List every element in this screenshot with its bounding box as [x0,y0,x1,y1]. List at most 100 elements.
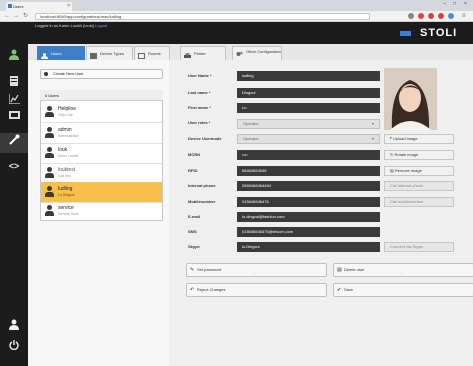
skype-connect-button[interactable]: Connect via Skype [384,242,454,252]
user-name: admin [58,127,72,133]
extension-icon[interactable] [448,13,454,19]
mobile-number-label: Mobilenumber [188,199,216,204]
extension-icon[interactable] [408,13,414,19]
wrench-icon[interactable] [0,133,28,153]
rotate-image-label: Rotate image [394,152,419,157]
back-icon[interactable]: ← [4,12,10,21]
brand-logo: STOLI [420,27,458,39]
user-name: Helpline [58,106,77,112]
device-usermode-value: Operator [243,136,259,141]
call-internal-phone-label: Call internal phone [390,183,424,188]
person-icon[interactable] [0,318,28,338]
skype-connect-label: Connect via Skype [390,244,424,249]
user-name-label: User Name * [188,73,212,78]
close-tab-icon[interactable]: × [67,2,70,11]
remove-image-label: Remove image [394,168,422,173]
last-name-field[interactable]: Dingcui [237,88,380,98]
reject-changes-button[interactable]: ↶ Reject Changes [186,283,327,297]
internal-phone-field[interactable]: 0565468464484 [237,181,380,191]
list-item[interactable]: louk Karim Loukili [41,143,162,164]
user-photo [384,68,437,130]
upload-image-label: Upload image [392,136,418,141]
list-item[interactable]: admin Administrator [41,123,162,144]
rfid-field[interactable]: 56464654546 [237,166,380,176]
user-avatar-icon [45,106,54,117]
user-icon[interactable] [0,48,28,68]
user-roles-select[interactable]: Operator ▾ [237,119,380,129]
printer-icon [184,51,191,58]
user-role: Karim Loukili [58,154,79,158]
user-role: louk test [58,174,72,178]
user-avatar-icon [45,167,54,178]
maximize-window-button[interactable]: □ [450,1,459,8]
mobile-number-field[interactable]: 015646546476 [237,197,380,207]
minimize-window-button[interactable]: – [440,1,449,8]
user-roles-label: User roles * [188,120,211,125]
device-types-icon [90,51,97,59]
device-usermode-label: Device Usermode [188,136,222,141]
user-avatar-icon [45,186,54,197]
last-name-label: Last name * [188,90,211,95]
extension-icon[interactable] [438,13,444,19]
ellipsis-icon: ... [400,270,404,275]
upload-image-button[interactable]: ⤒ Upload image [384,134,454,144]
sms-field[interactable]: 015646546476@telcom.com [237,227,380,237]
gears-icon [236,51,243,57]
power-icon[interactable] [0,338,28,358]
users-icon [41,51,48,59]
mcrn-field[interactable]: •••• [237,150,380,160]
user-role: Administrator [58,134,79,138]
page-favicon-icon [8,4,12,8]
tab-rooms[interactable]: Rooms [134,46,170,60]
rotate-image-button[interactable]: ↻ Rotate image [384,150,454,160]
first-name-field[interactable]: Lu [237,103,380,113]
logout-link[interactable]: Logout [95,23,107,28]
save-label: Save [344,287,354,292]
set-password-button[interactable]: ✎ Set password ... [186,263,327,277]
logged-in-info: Logged in as Karim Loukili (louki) Logou… [35,23,107,28]
delete-user-button[interactable]: ▤ Delete user ... [333,263,473,277]
remove-image-button[interactable]: ▤ Remove image [384,166,454,176]
tab-other-configuration-label: Other Configuration [246,49,281,54]
tab-printer-label: Printer [194,51,206,56]
list-item[interactable]: Helpline Help Line [41,102,162,123]
email-field[interactable]: lu.dingcui@fashion.com [237,212,380,222]
user-role: Service Desk [58,212,79,216]
first-name-label: First name * [188,105,211,110]
reload-icon[interactable]: ↻ [23,12,28,21]
screen-icon[interactable] [0,109,28,129]
save-button[interactable]: ✔ Save [333,283,473,297]
sms-label: SMS [188,229,197,234]
skype-field[interactable]: lu.Dingcui [237,242,380,252]
list-icon[interactable] [0,74,28,94]
user-avatar-icon [45,127,54,138]
device-usermode-select[interactable]: Operator ▾ [237,134,380,144]
tab-other-configuration[interactable]: Other Configuration [232,46,282,60]
address-bar[interactable]: localhost:8080/app/configurations/user/l… [35,13,370,20]
user-name: louktest [58,167,76,173]
code-icon[interactable]: <> [0,156,28,176]
list-item-selected[interactable]: ludling Lu Dingcui [41,182,162,203]
add-user-icon [44,72,48,76]
create-user-button[interactable]: Create New User [40,69,163,79]
call-internal-phone-button[interactable]: Call internal phone [384,181,454,191]
forward-icon[interactable]: → [13,12,19,21]
close-window-button[interactable]: × [461,1,470,8]
key-icon: ✎ [190,267,195,273]
tab-printer[interactable]: Printer [180,46,226,60]
rooms-icon [138,51,145,59]
extension-icon[interactable] [418,13,424,19]
extension-icon[interactable] [428,13,434,19]
user-name-field[interactable]: ludling [237,71,380,81]
list-item[interactable]: louktest louk test [41,163,162,184]
browser-tab[interactable]: Users × [6,2,72,11]
tab-users[interactable]: Users [37,46,85,60]
list-item[interactable]: service Service Desk [41,201,162,222]
call-mobile-button[interactable]: Call mobilenumber [384,197,454,207]
user-role: Lu Dingcui [58,193,75,197]
chevron-down-icon: ▾ [371,136,374,141]
tab-device-types[interactable]: Device Types [86,46,133,60]
chevron-down-icon: ▾ [371,121,374,126]
browser-menu-icon[interactable]: ≡ [462,12,466,21]
delete-user-label: Delete user [344,267,365,272]
